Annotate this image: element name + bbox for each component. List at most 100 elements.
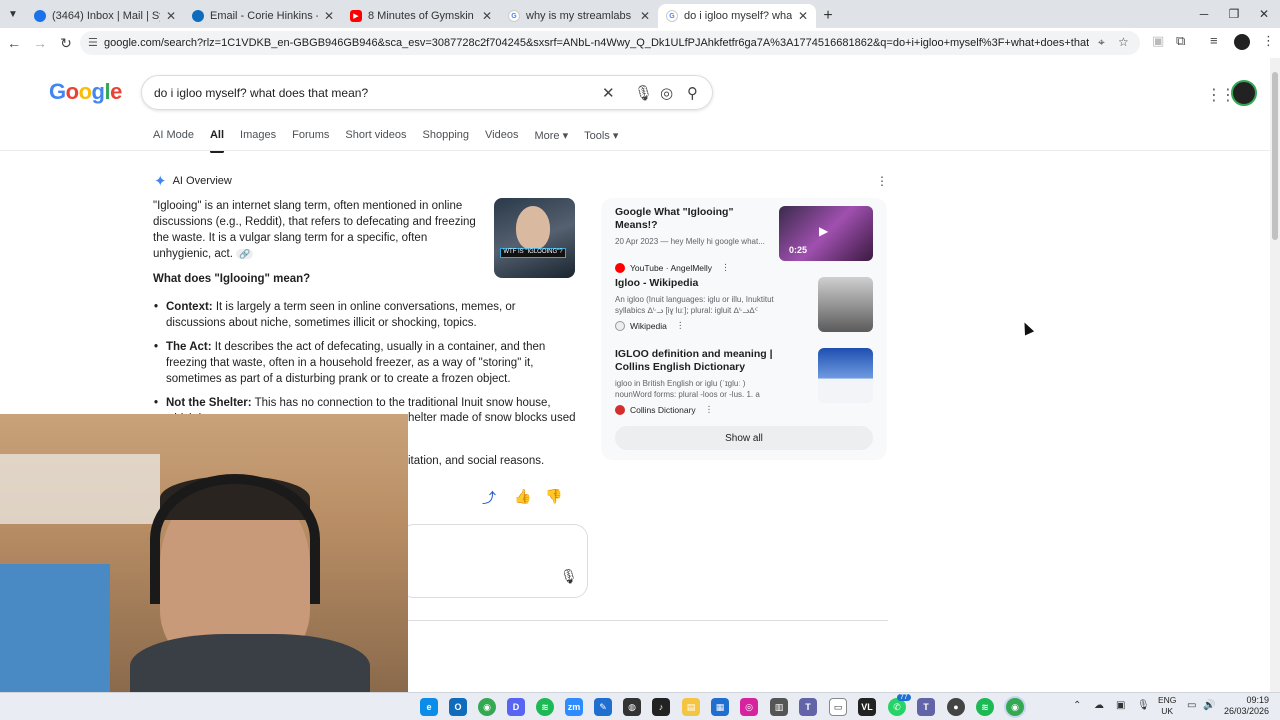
- lens-camera-icon[interactable]: ◎: [660, 84, 673, 102]
- tab-forums[interactable]: Forums: [292, 129, 329, 151]
- browser-tab-mail[interactable]: (3464) Inbox | Mail | Syntax Link ✕: [26, 4, 184, 28]
- teams-icon[interactable]: T: [799, 698, 817, 716]
- video-thumbnail[interactable]: WTF IS "IGLOOING"?: [494, 198, 575, 278]
- volume-icon[interactable]: 🔊: [1203, 700, 1215, 711]
- teams-2-icon[interactable]: T: [917, 698, 935, 716]
- link-chain-icon[interactable]: 🔗: [236, 249, 254, 259]
- thumbs-down-icon[interactable]: 👎: [545, 488, 562, 505]
- onedrive-cloud-icon[interactable]: ☁: [1094, 700, 1104, 711]
- tab-short-videos[interactable]: Short videos: [345, 129, 406, 151]
- thumbs-up-icon[interactable]: 👍: [514, 488, 531, 505]
- follow-up-input[interactable]: [400, 524, 588, 598]
- recorder-icon[interactable]: ●: [947, 698, 965, 716]
- calculator-icon[interactable]: ▥: [770, 698, 788, 716]
- tab-all[interactable]: All: [209, 129, 225, 153]
- obs-icon[interactable]: ◍: [623, 698, 641, 716]
- chrome-active-icon[interactable]: ◉: [1006, 698, 1024, 716]
- collins-icon: [615, 404, 625, 415]
- tab-search-chevron-icon[interactable]: ▼: [0, 0, 26, 28]
- tray-chevron-icon[interactable]: ⌃: [1073, 700, 1081, 711]
- ai-overview-menu-icon[interactable]: ⋮: [876, 174, 888, 188]
- close-tab-icon[interactable]: ✕: [324, 9, 334, 23]
- pen-app-icon[interactable]: ✎: [594, 698, 612, 716]
- tab-ai-mode[interactable]: AI Mode: [153, 129, 194, 151]
- discord-icon[interactable]: D: [507, 698, 525, 716]
- voice-search-mic-icon[interactable]: 🎙: [634, 84, 653, 102]
- close-tab-icon[interactable]: ✕: [482, 9, 492, 23]
- share-icon[interactable]: ⤴: [482, 488, 496, 508]
- tab-shopping[interactable]: Shopping: [423, 129, 470, 151]
- language-indicator[interactable]: ENG UK: [1158, 695, 1176, 717]
- chrome-icon[interactable]: ◉: [478, 698, 496, 716]
- source-card-youtube[interactable]: Google What "Iglooing" Means!? 20 Apr 20…: [615, 206, 775, 273]
- tray-app-icon[interactable]: ▣: [1116, 700, 1125, 711]
- clear-search-icon[interactable]: ✕: [602, 84, 615, 102]
- reload-icon[interactable]: ↻: [54, 31, 78, 55]
- microphone-icon[interactable]: 🎙: [1137, 700, 1150, 711]
- calendar-icon[interactable]: ▦: [711, 698, 729, 716]
- system-clock[interactable]: 09:19 26/03/2026: [1224, 695, 1269, 717]
- outlook-favicon-icon: [192, 10, 204, 22]
- media-control-icon[interactable]: ≡: [1210, 33, 1218, 48]
- igloo-photo[interactable]: [818, 277, 873, 332]
- tab-videos[interactable]: Videos: [485, 129, 518, 151]
- extension-icon[interactable]: ▣: [1152, 33, 1164, 49]
- outlook-icon[interactable]: O: [449, 698, 467, 716]
- browser-toolbar: ← → ↻ ☰ google.com/search?rlz=1C1VDKB_en…: [0, 28, 1280, 58]
- source-menu-icon[interactable]: ⋮: [676, 320, 685, 331]
- source-card-collins[interactable]: IGLOO definition and meaning | Collins E…: [615, 348, 775, 415]
- close-tab-icon[interactable]: ✕: [640, 9, 650, 23]
- source-card-wikipedia[interactable]: Igloo - Wikipedia An igloo (Inuit langua…: [615, 277, 775, 331]
- file-explorer-icon[interactable]: ▤: [682, 698, 700, 716]
- browser-tab-outlook[interactable]: Email - Corie Hinkins - Outlook ✕: [184, 4, 342, 28]
- source-menu-icon[interactable]: ⋮: [705, 404, 714, 415]
- spotify-2-icon[interactable]: ≋: [976, 698, 994, 716]
- close-tab-icon[interactable]: ✕: [798, 9, 808, 23]
- tiktok-icon[interactable]: ♪: [652, 698, 670, 716]
- site-info-icon[interactable]: ☰: [88, 36, 98, 49]
- tab-strip: ▼ (3464) Inbox | Mail | Syntax Link ✕ Em…: [0, 0, 1280, 28]
- list-item: The Act: It describes the act of defecat…: [153, 339, 577, 387]
- tab-more[interactable]: More ▾: [534, 129, 568, 151]
- google-logo[interactable]: Google: [49, 79, 122, 105]
- close-tab-icon[interactable]: ✕: [166, 9, 176, 23]
- gemini-sparkle-icon: ✦: [154, 173, 167, 190]
- vl-app-icon[interactable]: VL: [858, 698, 876, 716]
- close-window-icon[interactable]: ✕: [1248, 0, 1280, 28]
- igloo-illustration[interactable]: [818, 348, 873, 403]
- youtube-video-thumbnail[interactable]: 0:25 ▶: [779, 206, 873, 261]
- account-avatar[interactable]: [1231, 80, 1257, 106]
- back-arrow-icon[interactable]: ←: [2, 31, 26, 55]
- chrome-profile-avatar[interactable]: [1234, 34, 1250, 50]
- zoom-icon[interactable]: zm: [565, 698, 583, 716]
- new-tab-plus-icon[interactable]: +: [816, 4, 840, 28]
- chrome-menu-icon[interactable]: ⋮: [1262, 33, 1275, 49]
- bookmark-star-icon[interactable]: ☆: [1118, 35, 1129, 49]
- search-input[interactable]: do i igloo myself? what does that mean? …: [141, 75, 713, 110]
- network-icon[interactable]: ▭: [1187, 700, 1196, 711]
- location-pin-icon[interactable]: ⌖: [1098, 35, 1105, 50]
- tab-tools[interactable]: Tools ▾: [584, 129, 618, 151]
- puzzle-extensions-icon[interactable]: ⧉: [1176, 33, 1185, 49]
- address-bar[interactable]: ☰ google.com/search?rlz=1C1VDKB_en-GBGB9…: [80, 31, 1140, 55]
- search-tabs: AI Mode All Images Forums Short videos S…: [153, 129, 634, 153]
- youtube-icon: [615, 262, 625, 273]
- spotify-icon[interactable]: ≋: [536, 698, 554, 716]
- browser-tab-google-streamlabs[interactable]: G why is my streamlabs not strea ✕: [500, 4, 658, 28]
- follow-up-mic-icon[interactable]: 🎙: [560, 568, 578, 585]
- page-scrollbar[interactable]: [1270, 58, 1280, 692]
- wikipedia-icon: [615, 320, 625, 331]
- instagram-icon[interactable]: ◎: [740, 698, 758, 716]
- minimize-icon[interactable]: ─: [1188, 0, 1220, 28]
- show-all-button[interactable]: Show all: [615, 426, 873, 450]
- edge-icon[interactable]: e: [420, 698, 438, 716]
- forward-arrow-icon[interactable]: →: [28, 31, 52, 55]
- search-icon[interactable]: ⚲: [687, 84, 698, 102]
- browser-tab-youtube[interactable]: ▶ 8 Minutes of Gymskin Funniest ✕: [342, 4, 500, 28]
- source-menu-icon[interactable]: ⋮: [721, 262, 730, 273]
- tab-images[interactable]: Images: [240, 129, 276, 151]
- notepad-icon[interactable]: ▭: [829, 698, 847, 716]
- partial-text-line: helter made of snow blocks used: [408, 412, 576, 424]
- restore-icon[interactable]: ❐: [1218, 0, 1250, 28]
- browser-tab-google-active[interactable]: G do i igloo myself? what does th ✕: [658, 4, 816, 28]
